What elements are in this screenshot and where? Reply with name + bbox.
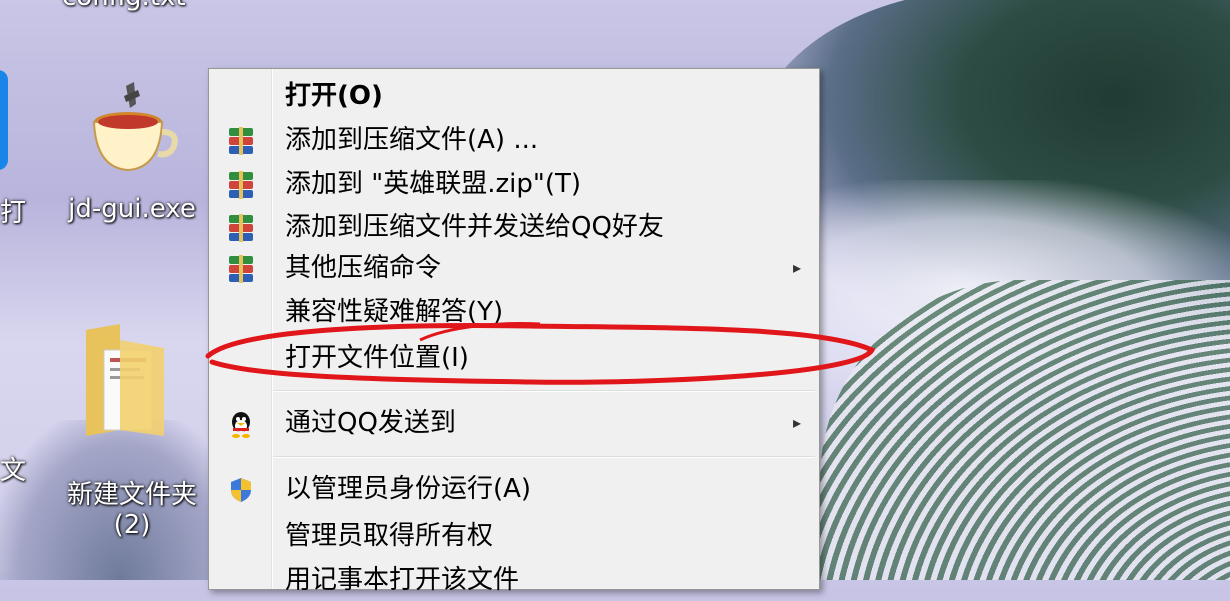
desktop-icon-label-cut[interactable]: config.txt (62, 0, 186, 12)
menu-item-label: 添加到 "英雄联盟.zip"(T) (285, 169, 581, 199)
menu-separator (273, 456, 815, 458)
desktop-icon-new-folder[interactable]: 新建文件夹 (2) (50, 450, 214, 540)
menu-item-label: 其他压缩命令 (285, 253, 442, 283)
qq-penguin-icon (232, 412, 250, 438)
menu-item-send-via-qq[interactable]: 通过QQ发送到 ▸ (209, 402, 819, 444)
menu-separator (273, 390, 815, 392)
menu-item-run-as-admin[interactable]: 以管理员身份运行(A) (209, 468, 819, 510)
menu-item-label: 管理员取得所有权 (285, 521, 494, 551)
menu-item-other-compress[interactable]: 其他压缩命令 ▸ (209, 247, 819, 289)
winrar-icon (227, 214, 255, 242)
menu-item-label: 兼容性疑难解答(Y) (285, 297, 504, 327)
menu-item-label: 打开文件位置(I) (285, 343, 469, 373)
partial-icon-label[interactable]: 打 (0, 192, 26, 229)
menu-item-add-to-archive[interactable]: 添加到压缩文件(A) ... (209, 119, 819, 161)
menu-item-label: 添加到压缩文件并发送给QQ好友 (285, 212, 664, 242)
folder-icon[interactable] (80, 320, 170, 440)
menu-item-label: 通过QQ发送到 (285, 408, 456, 438)
menu-item-add-and-send-qq[interactable]: 添加到压缩文件并发送给QQ好友 (209, 206, 819, 248)
winrar-icon (227, 127, 255, 155)
partial-icon-label[interactable]: 文 (0, 450, 26, 487)
menu-item-take-ownership[interactable]: 管理员取得所有权 (209, 515, 819, 557)
winrar-icon (227, 171, 255, 199)
desktop-icon-label: jd-gui.exe (68, 194, 196, 224)
menu-item-add-to-zip[interactable]: 添加到 "英雄联盟.zip"(T) (209, 163, 819, 205)
winrar-icon (227, 255, 255, 283)
submenu-arrow-icon: ▸ (792, 413, 801, 432)
menu-item-label: 打开(O) (285, 81, 383, 111)
menu-item-compat-troubleshoot[interactable]: 兼容性疑难解答(Y) (209, 291, 819, 333)
jd-gui-coffee-cup-icon[interactable] (86, 82, 178, 174)
context-menu: 打开(O) 添加到压缩文件(A) ... 添加到 "英雄联盟.zip"(T) 添… (208, 68, 820, 595)
menu-item-label: 添加到压缩文件(A) ... (285, 125, 539, 155)
partial-app-icon[interactable] (0, 70, 8, 170)
uac-shield-icon (231, 478, 251, 502)
menu-item-open-with-notepad[interactable]: 用记事本打开该文件 (209, 559, 819, 601)
submenu-arrow-icon: ▸ (792, 258, 801, 277)
desktop-icon-jd-gui[interactable]: jd-gui.exe (52, 194, 212, 224)
menu-item-open-file-location[interactable]: 打开文件位置(I) (209, 337, 819, 379)
menu-item-label: 以管理员身份运行(A) (285, 474, 532, 504)
desktop-icon-label: 新建文件夹 (2) (66, 480, 197, 540)
menu-item-label: 用记事本打开该文件 (285, 565, 520, 595)
menu-item-open[interactable]: 打开(O) (209, 75, 819, 117)
